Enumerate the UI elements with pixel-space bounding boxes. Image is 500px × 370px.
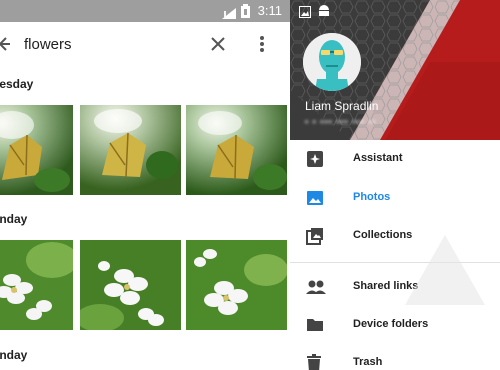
android-icon [318,4,330,23]
avatar[interactable] [303,33,361,91]
section-date-label: unday [0,348,28,362]
section-date-label: onday [0,212,28,226]
drawer-header: Liam Spradlin • • ••• ••• ••• •• [290,0,500,140]
nav-label: Trash [353,356,383,368]
people-icon [306,278,326,301]
photo-thumbnail[interactable] [0,240,73,330]
close-icon[interactable] [211,37,225,56]
assistant-icon [306,150,324,173]
search-bar[interactable]: flowers [0,22,290,68]
photo-thumbnail[interactable] [0,105,73,195]
photo-thumbnail[interactable] [186,240,287,330]
folder-icon [306,316,324,337]
nav-item-trash[interactable]: Trash [290,344,500,370]
battery-icon [241,4,250,23]
more-options-icon[interactable] [259,36,265,57]
account-name: Liam Spradlin [305,99,379,113]
search-results-pane: 3:11 flowers uesday onday unday [0,0,290,370]
nav-label: Assistant [353,152,403,164]
status-time: 3:11 [257,3,282,18]
photo-thumbnail[interactable] [186,105,287,195]
photo-thumbnail[interactable] [80,240,181,330]
photo-thumbnail[interactable] [80,105,181,195]
image-icon [299,5,311,23]
status-bar: 3:11 [0,0,290,22]
collections-icon [306,227,324,250]
section-date-label: uesday [0,77,34,91]
navigation-drawer: Liam Spradlin • • ••• ••• ••• •• Assista… [290,0,500,370]
account-email: • • ••• ••• ••• •• [305,117,377,127]
watermark-logo [400,230,490,315]
photo-icon [306,189,324,212]
nav-label: Photos [353,191,391,203]
nav-label: Device folders [353,318,429,330]
status-bar [290,0,500,22]
nav-item-photos[interactable]: Photos [290,179,500,217]
trash-icon [306,354,322,370]
nav-item-assistant[interactable]: Assistant [290,140,500,178]
search-query[interactable]: flowers [24,36,72,53]
back-arrow-icon[interactable] [0,36,12,57]
